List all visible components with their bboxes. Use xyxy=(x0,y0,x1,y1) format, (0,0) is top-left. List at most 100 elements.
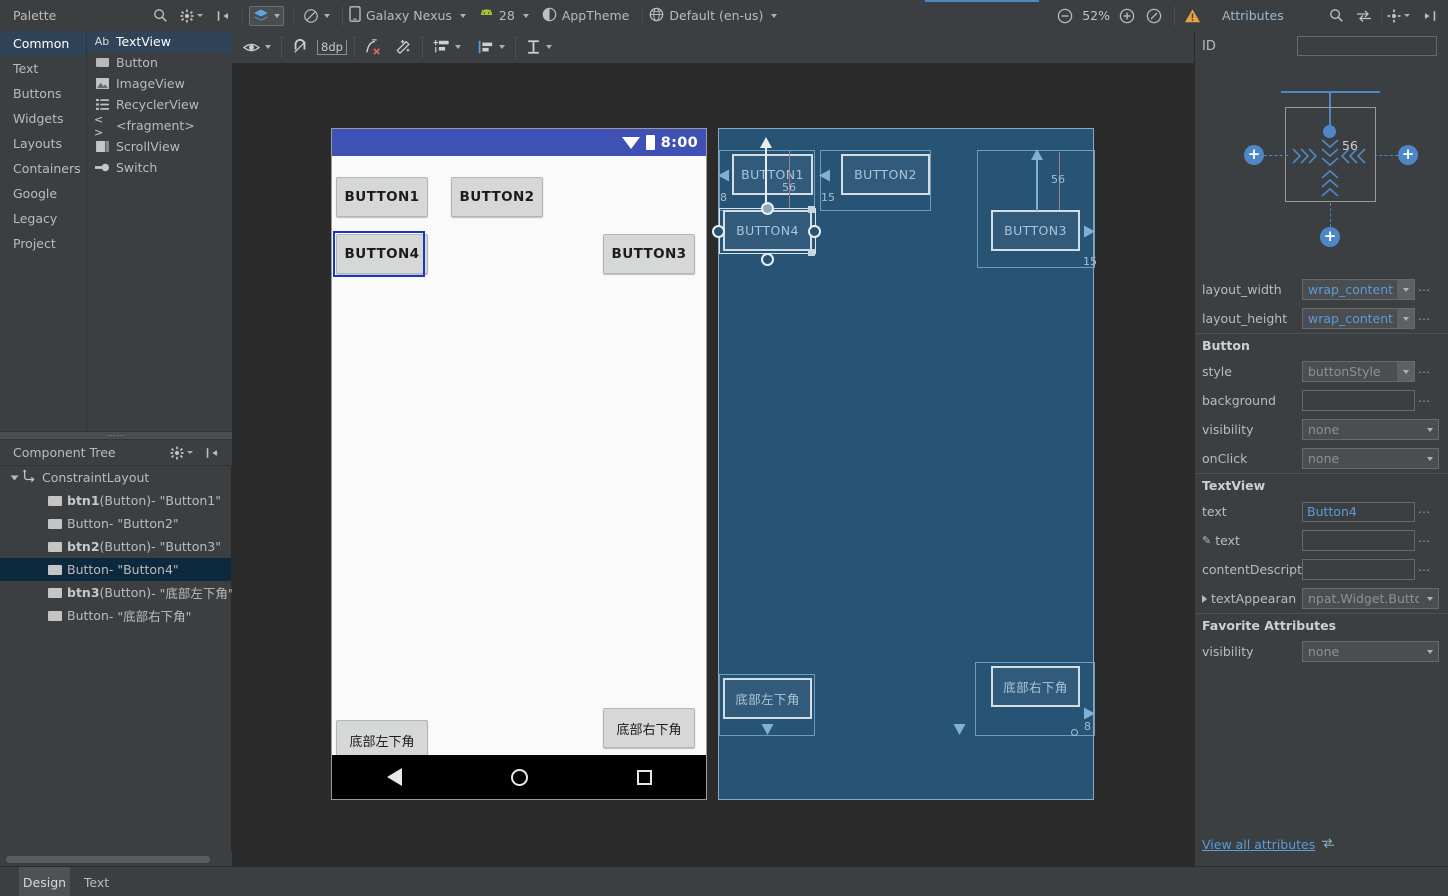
attr-gear-icon[interactable] xyxy=(1384,5,1413,27)
bp-handle-corner-br[interactable] xyxy=(808,249,815,256)
attr-more-text-design[interactable]: ⋯ xyxy=(1415,534,1433,548)
attr-swap-icon[interactable] xyxy=(1353,5,1375,27)
attr-more-text[interactable]: ⋯ xyxy=(1415,505,1433,519)
chevron-right-icon[interactable] xyxy=(1202,594,1207,603)
bp-button3[interactable]: BUTTON3 xyxy=(991,210,1080,251)
zoom-to-fit-icon[interactable] xyxy=(1143,5,1165,27)
align-icon[interactable] xyxy=(474,36,508,58)
warning-icon[interactable] xyxy=(1181,5,1204,27)
panel-splitter[interactable]: ⋯⋯ xyxy=(0,431,232,440)
device-selector[interactable]: Galaxy Nexus xyxy=(349,0,466,31)
preview-button1[interactable]: BUTTON1 xyxy=(336,177,428,217)
clear-constraints-icon[interactable] xyxy=(362,36,386,58)
preview-button2[interactable]: BUTTON2 xyxy=(451,177,543,217)
tree-item-bottom-right[interactable]: Button - "底部右下角" xyxy=(0,604,231,627)
collapse-panel-icon[interactable] xyxy=(213,5,233,27)
api-selector[interactable]: 28 xyxy=(479,0,529,31)
palette-category-layouts[interactable]: Layouts xyxy=(0,131,86,156)
palette-item-textview[interactable]: Ab TextView xyxy=(87,31,232,52)
preview-button3[interactable]: BUTTON3 xyxy=(603,234,695,274)
bp-handle-bottom[interactable] xyxy=(761,253,774,266)
view-all-attributes-link[interactable]: View all attributes xyxy=(1202,837,1335,852)
visibility-icon[interactable] xyxy=(240,36,274,58)
tree-root-constraintlayout[interactable]: ConstraintLayout xyxy=(0,466,231,489)
orientation-icon[interactable] xyxy=(300,5,333,27)
chevron-down-icon[interactable] xyxy=(1397,280,1414,299)
tree-item-btn1[interactable]: btn1 (Button) - "Button1" xyxy=(0,489,231,512)
attr-combo-fav-visibility[interactable]: none xyxy=(1302,641,1439,662)
attr-input-background[interactable] xyxy=(1302,390,1415,411)
bp-handle-corner-tr[interactable] xyxy=(808,206,815,213)
device-preview[interactable]: 8:00 BUTTON1 BUTTON2 BUTTON3 BUTTON4 底部左… xyxy=(331,128,707,800)
nav-home-icon[interactable] xyxy=(510,768,528,786)
zoom-in-icon[interactable] xyxy=(1116,5,1138,27)
bp-button2[interactable]: BUTTON2 xyxy=(841,154,930,195)
attr-id-input[interactable] xyxy=(1297,36,1437,56)
palette-item-switch[interactable]: Switch xyxy=(87,157,232,178)
palette-item-fragment[interactable]: < > <fragment> xyxy=(87,113,232,139)
default-margin-value[interactable]: 8dp xyxy=(317,39,347,55)
tab-design[interactable]: Design xyxy=(19,867,70,896)
chevron-down-icon[interactable] xyxy=(1421,449,1438,468)
attr-more-contentdescription[interactable]: ⋯ xyxy=(1415,563,1433,577)
palette-category-legacy[interactable]: Legacy xyxy=(0,206,86,231)
bp-bottom-right-button[interactable]: 底部右下角 xyxy=(991,666,1080,707)
attr-more-style[interactable]: ⋯ xyxy=(1415,365,1433,379)
baseline-margin-icon[interactable] xyxy=(523,36,555,58)
palette-item-button[interactable]: Button xyxy=(87,52,232,73)
palette-item-scrollview[interactable]: ScrollView xyxy=(87,136,232,157)
bp-handle-top[interactable] xyxy=(761,202,774,215)
tree-item-button4[interactable]: Button - "Button4" xyxy=(0,558,231,581)
nav-recents-icon[interactable] xyxy=(636,769,652,785)
palette-category-widgets[interactable]: Widgets xyxy=(0,106,86,131)
autoconnect-off-icon[interactable] xyxy=(289,36,311,58)
component-tree-hscrollbar[interactable] xyxy=(6,856,210,863)
bp-handle-right[interactable] xyxy=(808,225,821,238)
attr-combo-layout-height[interactable]: wrap_content xyxy=(1302,308,1415,329)
constraint-widget[interactable]: 56 + + + xyxy=(1195,59,1448,291)
locale-selector[interactable]: Default (en-us) xyxy=(649,0,778,31)
chevron-down-icon[interactable] xyxy=(1397,309,1414,328)
palette-category-project[interactable]: Project xyxy=(0,231,86,256)
chevron-down-icon[interactable] xyxy=(10,475,19,480)
zoom-out-icon[interactable] xyxy=(1054,5,1076,27)
chevron-down-icon[interactable] xyxy=(1423,589,1438,608)
attr-combo-style[interactable]: buttonStyle xyxy=(1302,361,1415,382)
chevron-down-icon[interactable] xyxy=(1397,362,1414,381)
gear-icon[interactable] xyxy=(177,5,206,27)
palette-item-imageview[interactable]: ImageView xyxy=(87,73,232,94)
tree-item-btn2[interactable]: btn2 (Button) - "Button3" xyxy=(0,535,231,558)
attr-combo-onclick[interactable]: none xyxy=(1302,448,1439,469)
tree-item-btn3[interactable]: btn3 (Button) - "底部左下角" xyxy=(0,581,234,604)
chevron-down-icon[interactable] xyxy=(1421,642,1438,661)
theme-selector[interactable]: AppTheme xyxy=(542,0,629,31)
chevron-down-icon[interactable] xyxy=(1421,420,1438,439)
design-surface-icon[interactable] xyxy=(249,5,284,26)
tab-text[interactable]: Text xyxy=(74,867,119,896)
attr-search-icon[interactable] xyxy=(1326,5,1347,27)
attr-combo-visibility[interactable]: none xyxy=(1302,419,1439,440)
navigation-bar[interactable] xyxy=(332,755,706,799)
nav-back-icon[interactable] xyxy=(386,768,402,786)
preview-bottom-left-button[interactable]: 底部左下角 xyxy=(336,720,428,760)
attr-more-background[interactable]: ⋯ xyxy=(1415,394,1433,408)
component-tree-gear-icon[interactable] xyxy=(167,442,196,464)
attr-input-text[interactable]: Button4 xyxy=(1302,501,1415,522)
palette-category-common[interactable]: Common xyxy=(0,31,86,56)
attr-input-contentdescription[interactable] xyxy=(1302,559,1415,580)
tree-item-button2[interactable]: Button - "Button2" xyxy=(0,512,231,535)
attr-combo-layout-width[interactable]: wrap_content xyxy=(1302,279,1415,300)
preview-bottom-right-button[interactable]: 底部右下角 xyxy=(603,708,695,748)
bp-bottom-left-button[interactable]: 底部左下角 xyxy=(723,678,812,719)
bp-handle-left[interactable] xyxy=(712,225,725,238)
palette-category-text[interactable]: Text xyxy=(0,56,86,81)
design-canvas[interactable]: 8:00 BUTTON1 BUTTON2 BUTTON3 BUTTON4 底部左… xyxy=(232,63,1194,866)
blueprint-preview[interactable]: BUTTON1 BUTTON2 BUTTON3 BUTTON4 56 8 15 … xyxy=(712,128,1097,800)
attr-more-layout-width[interactable]: ⋯ xyxy=(1415,283,1433,297)
component-tree-collapse-icon[interactable] xyxy=(202,442,222,464)
attr-more-layout-height[interactable]: ⋯ xyxy=(1415,312,1433,326)
guidelines-icon[interactable] xyxy=(430,36,464,58)
bp-button1[interactable]: BUTTON1 xyxy=(732,154,813,195)
infer-constraints-icon[interactable] xyxy=(392,36,415,58)
palette-category-google[interactable]: Google xyxy=(0,181,86,206)
